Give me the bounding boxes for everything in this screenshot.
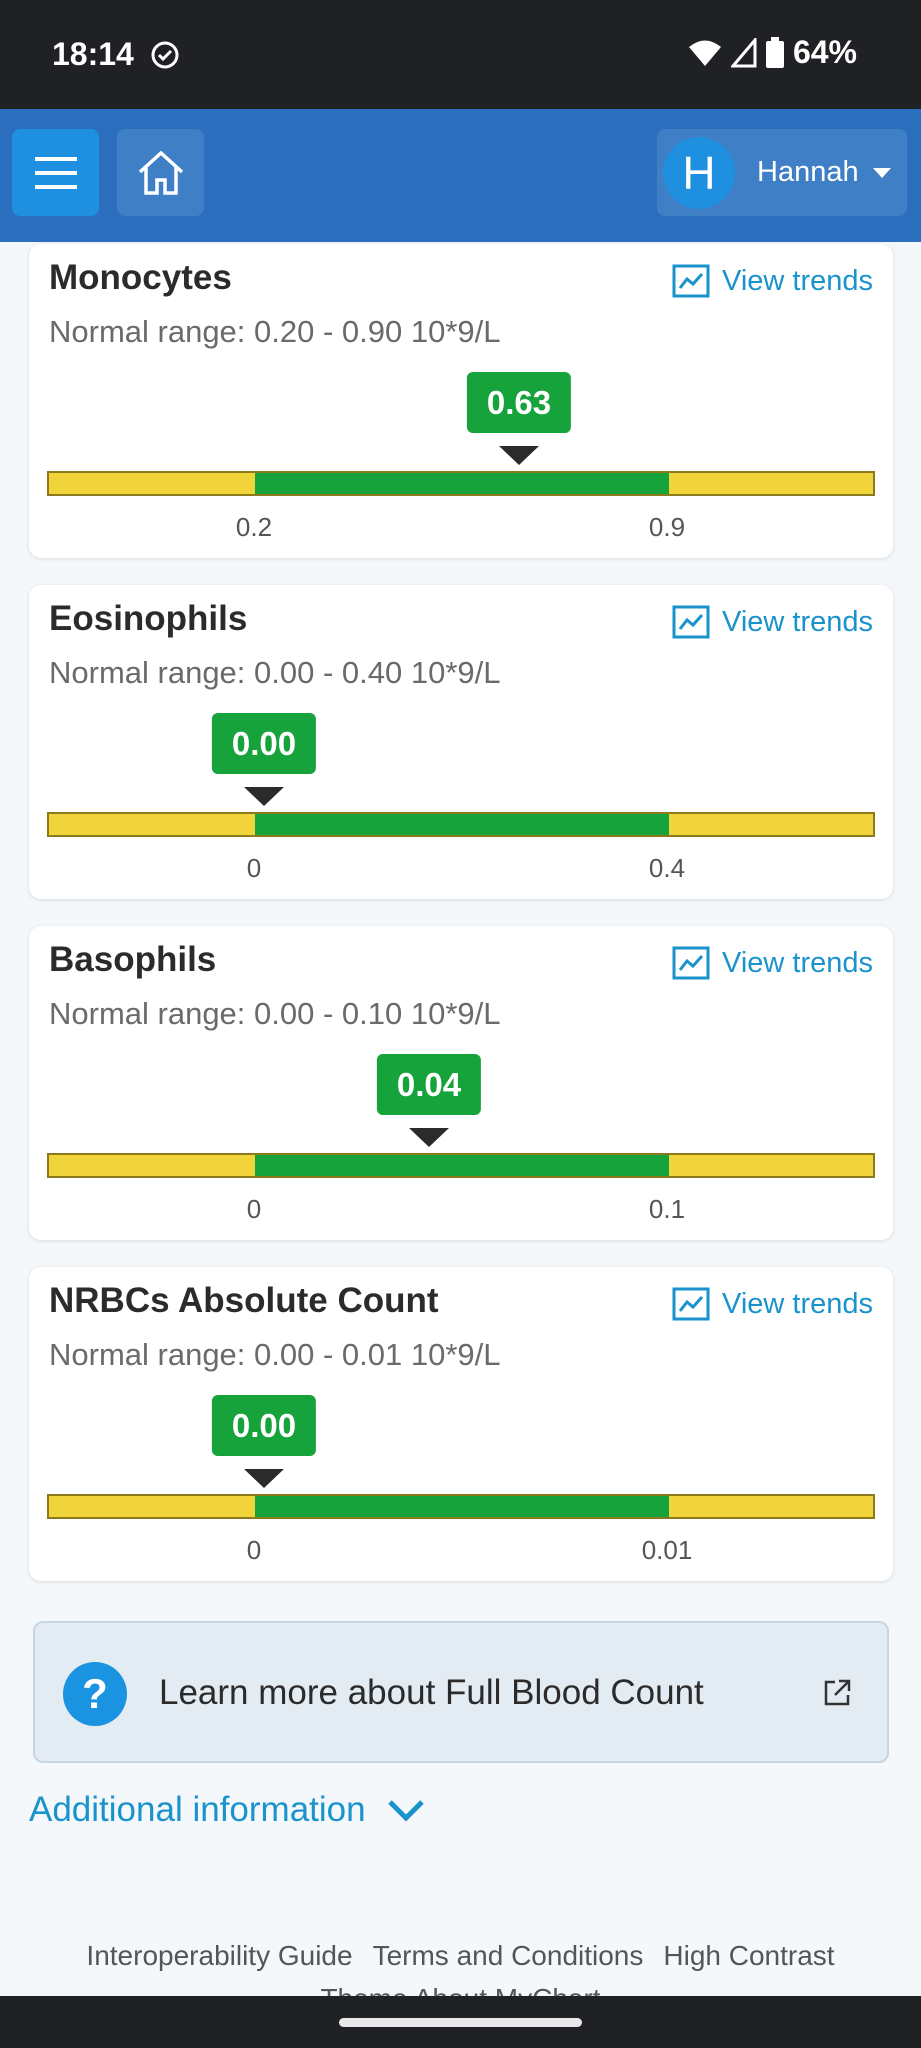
trend-chart-icon: [672, 605, 710, 639]
sync-check-icon: [151, 41, 179, 69]
trend-chart-icon: [672, 264, 710, 298]
view-trends-label: View trends: [722, 1287, 873, 1320]
gauge-low-tick: 0: [246, 1535, 262, 1565]
gesture-handle[interactable]: [339, 2018, 582, 2027]
result-card: Eosinophils Normal range: 0.00 - 0.40 10*…: [29, 585, 893, 899]
trend-chart-icon: [672, 946, 710, 980]
user-menu-button[interactable]: H Hannah: [657, 129, 907, 216]
external-link-icon: [824, 1679, 851, 1706]
app-header: H Hannah: [0, 109, 921, 242]
result-card: NRBCs Absolute Count Normal range: 0.00 -…: [29, 1267, 893, 1581]
result-title: NRBCs Absolute Count: [49, 1281, 439, 1320]
view-trends-link[interactable]: View trends: [672, 605, 873, 639]
wifi-icon: [688, 40, 721, 66]
range-gauge: [47, 812, 875, 837]
gauge-low-segment: [49, 1496, 255, 1517]
normal-range: Normal range: 0.00 - 0.40 10*9/L: [49, 655, 501, 690]
view-trends-link[interactable]: View trends: [672, 1287, 873, 1321]
user-name: Hannah: [757, 156, 859, 188]
hamburger-icon: [34, 156, 77, 189]
result-card: Monocytes Normal range: 0.20 - 0.90 10*9/…: [29, 244, 893, 558]
menu-button[interactable]: [12, 129, 99, 216]
footer-link-terms[interactable]: Terms and Conditions: [373, 1940, 644, 1972]
additional-info-toggle[interactable]: Additional information: [29, 1790, 426, 1830]
result-value-badge: 0.00: [211, 1395, 317, 1456]
gauge-high-tick: 0.4: [648, 853, 686, 883]
footer-links: Interoperability Guide Terms and Conditi…: [0, 1940, 921, 1972]
result-title: Monocytes: [49, 258, 232, 297]
gauge-normal-segment: [255, 473, 669, 494]
value-pointer-icon: [244, 1469, 284, 1488]
additional-info-label: Additional information: [29, 1790, 366, 1829]
gauge-high-tick: 0.01: [641, 1535, 693, 1565]
result-title: Basophils: [49, 940, 217, 979]
normal-range: Normal range: 0.00 - 0.01 10*9/L: [49, 1337, 501, 1372]
normal-range: Normal range: 0.00 - 0.10 10*9/L: [49, 996, 501, 1031]
status-bar: 18:14 64%: [0, 0, 921, 109]
gauge-normal-segment: [255, 1496, 669, 1517]
gauge-high-tick: 0.9: [648, 512, 686, 542]
view-trends-label: View trends: [722, 605, 873, 638]
gauge-low-tick: 0: [246, 1194, 262, 1224]
range-gauge: [47, 471, 875, 496]
gauge-high-segment: [669, 1155, 873, 1176]
range-gauge: [47, 1153, 875, 1178]
avatar: H: [663, 136, 735, 209]
gauge-low-segment: [49, 473, 255, 494]
gauge-normal-segment: [255, 814, 669, 835]
caret-down-icon: [872, 167, 891, 178]
gauge-high-segment: [669, 814, 873, 835]
result-value-badge: 0.00: [211, 713, 317, 774]
result-card: Basophils Normal range: 0.00 - 0.10 10*9/…: [29, 926, 893, 1240]
view-trends-link[interactable]: View trends: [672, 264, 873, 298]
footer-link-interoperability[interactable]: Interoperability Guide: [86, 1940, 352, 1972]
gauge-low-tick: 0.2: [235, 512, 273, 542]
value-pointer-icon: [499, 446, 539, 465]
trend-chart-icon: [672, 1287, 710, 1321]
chevron-down-icon: [387, 1800, 424, 1822]
result-title: Eosinophils: [49, 599, 248, 638]
view-trends-label: View trends: [722, 946, 873, 979]
battery-icon: [765, 36, 784, 68]
value-pointer-icon: [244, 787, 284, 806]
learn-more-label: Learn more about Full Blood Count: [159, 1673, 704, 1712]
gauge-high-tick: 0.1: [648, 1194, 686, 1224]
question-icon: ?: [63, 1662, 127, 1726]
gauge-low-segment: [49, 814, 255, 835]
learn-more-link[interactable]: ? Learn more about Full Blood Count: [33, 1621, 889, 1763]
signal-icon: [730, 37, 757, 67]
home-button[interactable]: [117, 129, 204, 216]
view-trends-label: View trends: [722, 264, 873, 297]
status-indicators: 64%: [687, 34, 857, 71]
home-icon: [138, 150, 183, 195]
battery-percent: 64%: [792, 34, 857, 70]
view-trends-link[interactable]: View trends: [672, 946, 873, 980]
result-value-badge: 0.04: [376, 1054, 482, 1115]
gauge-low-segment: [49, 1155, 255, 1176]
footer-link-high-contrast[interactable]: High Contrast: [663, 1940, 834, 1972]
status-time: 18:14: [52, 36, 134, 72]
gauge-high-segment: [669, 473, 873, 494]
result-value-badge: 0.63: [466, 372, 572, 433]
gauge-low-tick: 0: [246, 853, 262, 883]
value-pointer-icon: [409, 1128, 449, 1147]
gauge-normal-segment: [255, 1155, 669, 1176]
normal-range: Normal range: 0.20 - 0.90 10*9/L: [49, 314, 501, 349]
gauge-high-segment: [669, 1496, 873, 1517]
range-gauge: [47, 1494, 875, 1519]
